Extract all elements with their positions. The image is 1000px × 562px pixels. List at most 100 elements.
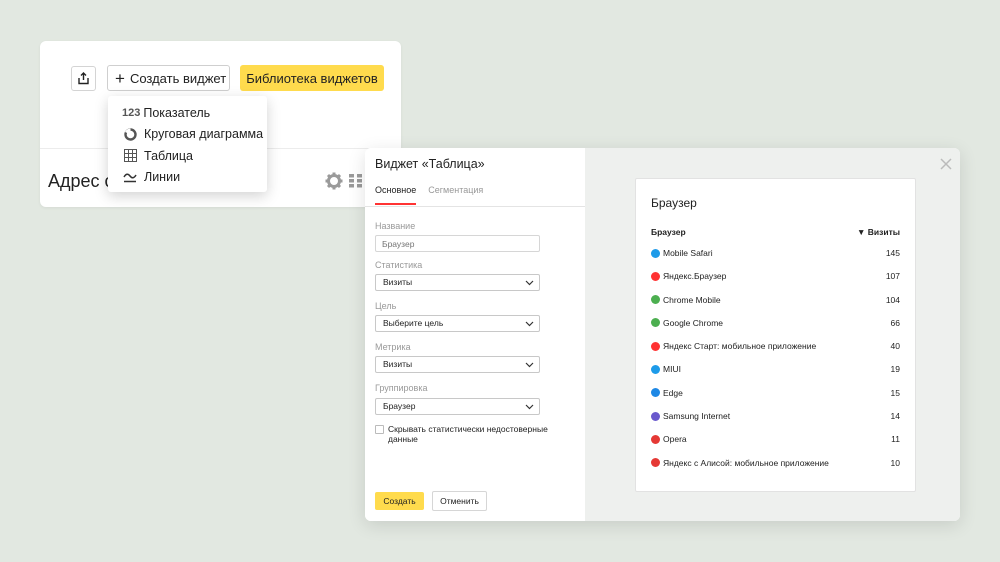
cancel-button[interactable]: Отменить	[432, 491, 487, 511]
modal-tabs: Основное Сегментация	[375, 185, 483, 205]
goal-label: Цель	[375, 301, 397, 311]
widget-modal: Виджет «Таблица» Основное Сегментация На…	[365, 148, 960, 521]
table-row: Яндекс.Браузер 107	[651, 271, 900, 294]
tab-main[interactable]: Основное	[375, 185, 417, 205]
grouping-select[interactable]: Браузер	[375, 398, 540, 415]
table-row: MIUI 19	[651, 364, 900, 387]
drag-grid-icon[interactable]	[349, 174, 363, 188]
create-widget-label: Создать виджет	[129, 70, 227, 86]
tab-segmentation[interactable]: Сегментация	[428, 185, 483, 205]
menu-item-indicator[interactable]: 123 Показатель	[108, 102, 267, 124]
goal-select[interactable]: Выберите цель	[375, 315, 540, 332]
table-header: Браузер ▼ Визиты	[651, 227, 900, 239]
browser-name-cell: Chrome Mobile	[651, 295, 721, 305]
browser-icon	[651, 411, 660, 421]
browser-name-cell: MIUI	[651, 364, 681, 374]
browser-icon	[651, 388, 660, 398]
name-label: Название	[375, 221, 416, 231]
chevron-down-icon	[525, 362, 534, 368]
browser-name: Яндекс Старт: мобильное приложение	[663, 341, 817, 352]
table-row: Chrome Mobile 104	[651, 295, 900, 318]
chevron-down-icon	[525, 280, 534, 286]
widget-library-label: Библиотека виджетов	[246, 70, 378, 86]
menu-item-label: Показатель	[143, 105, 211, 120]
metric-label: Метрика	[375, 342, 411, 352]
table-row: Opera 11	[651, 434, 900, 457]
metric-select[interactable]: Визиты	[375, 356, 540, 373]
browser-icon	[651, 271, 660, 281]
browser-name: Samsung Internet	[663, 411, 731, 422]
browser-icon	[651, 318, 660, 328]
browser-icon	[651, 458, 660, 468]
browser-name: Яндекс с Алисой: мобильное приложение	[663, 457, 829, 468]
preview-table-widget: Браузер Браузер ▼ Визиты Mobile Safari 14…	[635, 178, 916, 492]
statistics-select[interactable]: Визиты	[375, 274, 540, 291]
browser-name: Chrome Mobile	[663, 294, 721, 305]
browser-name-cell: Яндекс.Браузер	[651, 271, 726, 281]
menu-item-table[interactable]: Таблица	[108, 145, 267, 167]
plus-icon: +	[115, 68, 125, 88]
menu-item-label: Линии	[144, 170, 181, 185]
table-row: Edge 15	[651, 388, 900, 411]
browser-name: Mobile Safari	[663, 248, 713, 258]
share-icon	[78, 72, 89, 85]
table-grid-icon	[122, 149, 138, 163]
browser-icon	[651, 248, 660, 258]
table-body: Mobile Safari 145 Яндекс.Браузер 107 Chrome …	[651, 248, 900, 481]
metric-value: Визиты	[383, 359, 413, 369]
preview-title: Браузер	[651, 196, 697, 210]
menu-item-label: Круговая диаграмма	[144, 127, 264, 142]
table-row: Яндекс Старт: мобильное приложение 40	[651, 341, 900, 364]
close-icon[interactable]	[940, 158, 952, 170]
create-button[interactable]: Создать	[375, 492, 424, 510]
grouping-value: Браузер	[383, 401, 416, 411]
menu-item-pie-chart[interactable]: Круговая диаграмма	[108, 124, 267, 146]
widget-settings-form: Виджет «Таблица» Основное Сегментация На…	[365, 148, 585, 521]
visits-cell: 14	[890, 411, 900, 422]
column-visits-header[interactable]: ▼ Визиты	[857, 227, 900, 237]
widget-preview-area: Браузер Браузер ▼ Визиты Mobile Safari 14…	[585, 148, 960, 521]
column-browser-header[interactable]: Браузер	[651, 227, 686, 237]
create-widget-menu: 123 Показатель Круговая диаграмма Таблиц…	[108, 96, 267, 192]
browser-name: Edge	[663, 387, 683, 398]
table-row: Яндекс с Алисой: мобильное приложение 10	[651, 458, 900, 481]
browser-icon	[651, 364, 660, 374]
browser-name-cell: Google Chrome	[651, 318, 723, 328]
grouping-label: Группировка	[375, 383, 428, 393]
line-chart-icon	[122, 171, 138, 183]
export-button[interactable]	[71, 66, 96, 91]
table-row: Google Chrome 66	[651, 318, 900, 341]
create-widget-button[interactable]: + Создать виджет	[107, 65, 230, 91]
browser-icon	[651, 295, 660, 305]
menu-item-lines[interactable]: Линии	[108, 167, 267, 189]
browser-name-cell: Яндекс Старт: мобильное приложение	[651, 341, 816, 351]
visits-cell: 145	[885, 248, 900, 258]
visits-cell: 66	[890, 317, 900, 328]
name-input[interactable]	[375, 235, 540, 252]
visits-cell: 11	[891, 434, 900, 445]
browser-name-cell: Яндекс с Алисой: мобильное приложение	[651, 458, 829, 468]
browser-name-cell: Edge	[651, 388, 683, 398]
modal-title: Виджет «Таблица»	[375, 157, 485, 171]
hide-unreliable-row: Скрывать статистически недостоверные дан…	[375, 424, 563, 444]
gear-icon[interactable]	[324, 171, 344, 191]
visits-cell: 15	[890, 387, 900, 398]
chevron-down-icon	[525, 404, 534, 410]
menu-item-label: Таблица	[144, 148, 194, 163]
chevron-down-icon	[525, 321, 534, 327]
statistics-label: Статистика	[375, 260, 423, 270]
visits-cell: 10	[890, 457, 900, 468]
widget-library-button[interactable]: Библиотека виджетов	[240, 65, 384, 91]
browser-icon	[651, 434, 660, 444]
visits-cell: 107	[885, 271, 900, 282]
browser-name: Opera	[663, 434, 687, 445]
hide-unreliable-checkbox[interactable]	[375, 425, 384, 434]
pie-chart-icon	[122, 128, 138, 141]
goal-value: Выберите цель	[383, 318, 444, 328]
table-row: Samsung Internet 14	[651, 411, 900, 434]
number-123-icon: 123	[122, 106, 141, 119]
table-row: Mobile Safari 145	[651, 248, 900, 271]
statistics-value: Визиты	[383, 277, 413, 287]
browser-name-cell: Opera	[651, 434, 687, 444]
browser-name: Google Chrome	[663, 317, 724, 328]
